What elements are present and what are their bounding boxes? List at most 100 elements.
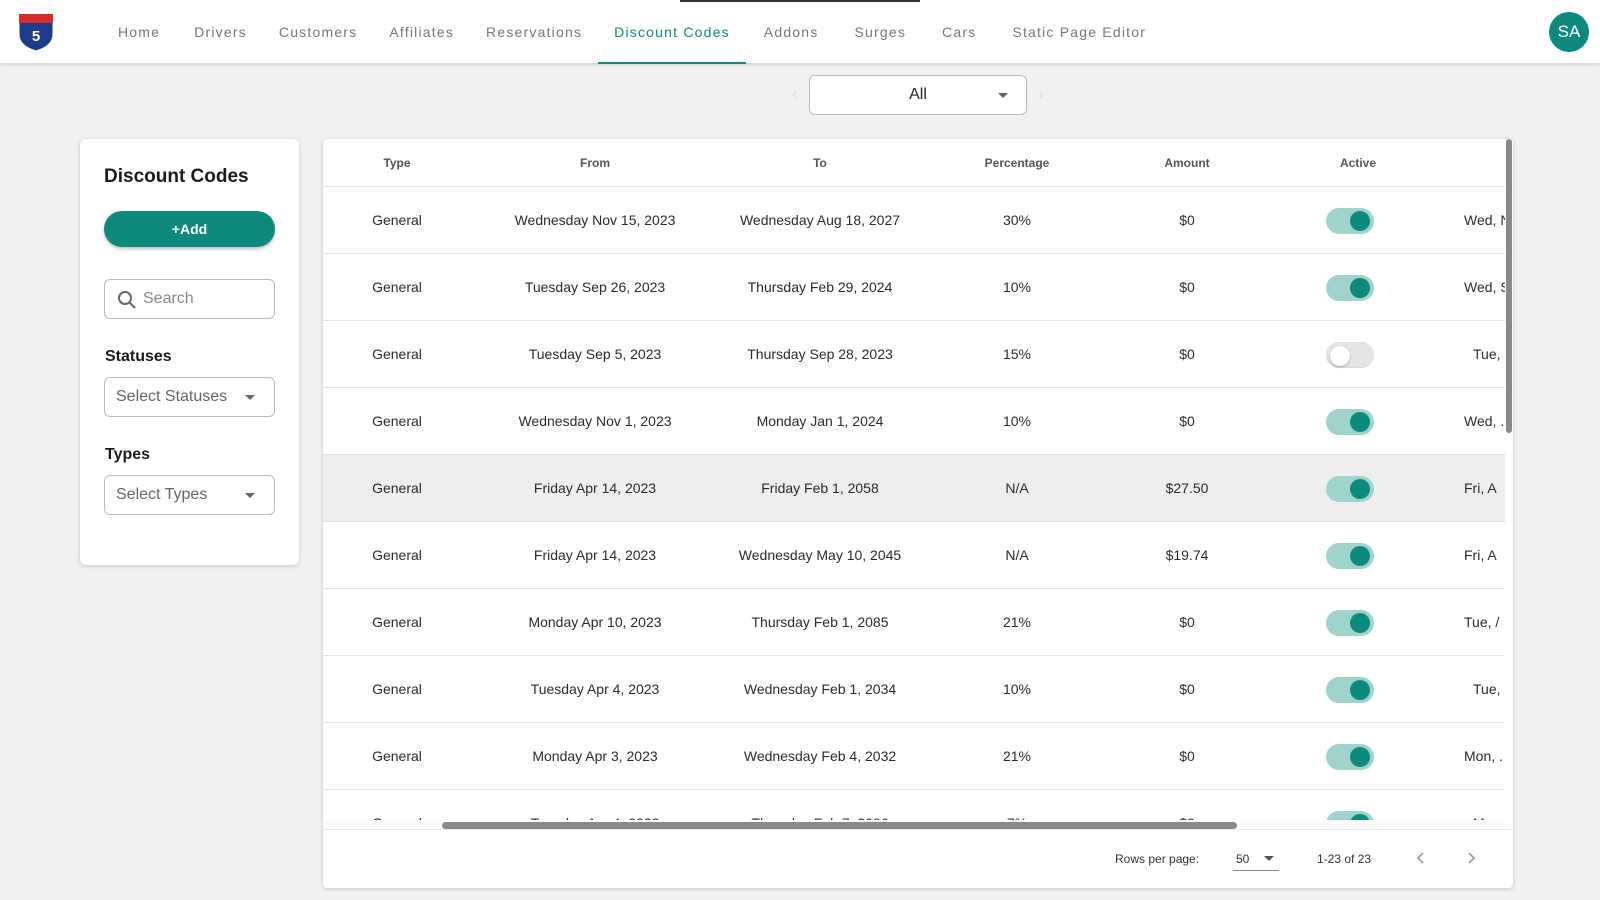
cell-amount: $0 (1179, 212, 1195, 228)
vertical-scrollbar-thumb[interactable] (1506, 139, 1512, 433)
active-toggle[interactable] (1326, 610, 1374, 636)
column-header-type[interactable]: Type (383, 156, 410, 170)
table-row[interactable]: General Friday Apr 14, 2023 Wednesday May … (323, 522, 1505, 589)
filter-select[interactable]: All (809, 75, 1027, 115)
cell-amount: $0 (1179, 681, 1195, 697)
cell-percentage: 10% (1002, 413, 1032, 429)
nav-item-cars[interactable]: Cars (924, 0, 994, 64)
active-toggle[interactable] (1326, 811, 1374, 820)
rows-per-page-select[interactable]: 50 (1233, 845, 1279, 871)
statuses-placeholder: Select Statuses (116, 388, 228, 405)
cell-from: Friday Apr 14, 2023 (533, 547, 657, 563)
table-row[interactable]: General Friday Apr 14, 2023 Friday Feb 1, … (323, 455, 1505, 522)
toggle-knob (1350, 278, 1370, 298)
cell-type: General (372, 279, 422, 295)
nav-item-drivers[interactable]: Drivers (178, 0, 263, 64)
column-header-to[interactable]: To (813, 156, 827, 170)
chevron-down-icon (1264, 856, 1274, 861)
nav-item-customers[interactable]: Customers (263, 0, 373, 64)
cell-amount: $0 (1179, 614, 1195, 630)
cell-created: Tue, (1473, 346, 1501, 362)
cell-amount: $0 (1179, 748, 1195, 764)
cell-from: Tuesday Apr 4, 2023 (531, 815, 660, 820)
active-toggle[interactable] (1326, 342, 1374, 368)
cell-from: Wednesday Nov 15, 2023 (514, 212, 676, 228)
column-header-percentage[interactable]: Percentage (985, 156, 1050, 170)
cell-from: Tuesday Sep 5, 2023 (528, 346, 662, 362)
nav-item-surges[interactable]: Surges (836, 0, 924, 64)
cell-percentage: 15% (1002, 346, 1032, 362)
nav-item-discount-codes[interactable]: Discount Codes (598, 0, 746, 64)
toggle-knob (1350, 613, 1370, 633)
active-toggle[interactable] (1326, 476, 1374, 502)
table-body: General Wednesday Nov 15, 2023 Wednesday A… (323, 187, 1505, 820)
table-row[interactable]: General Tuesday Apr 4, 2023 Wednesday Feb … (323, 656, 1505, 723)
chevron-right-icon (1468, 852, 1476, 864)
active-toggle[interactable] (1326, 744, 1374, 770)
cell-type: General (372, 480, 422, 496)
next-page-button[interactable] (1458, 845, 1484, 871)
avatar[interactable]: SA (1549, 12, 1589, 52)
horizontal-scrollbar-thumb[interactable] (442, 822, 1237, 829)
column-header-from[interactable]: From (580, 156, 610, 170)
divider (323, 829, 1513, 830)
table-row[interactable]: General Tuesday Sep 26, 2023 Thursday Feb … (323, 254, 1505, 321)
toggle-knob (1350, 211, 1370, 231)
cell-from: Tuesday Apr 4, 2023 (530, 681, 660, 697)
cell-type: General (372, 681, 422, 697)
table-row[interactable]: General Wednesday Nov 15, 2023 Wednesday A… (323, 187, 1505, 254)
search-icon (118, 291, 136, 309)
previous-page-button[interactable] (1408, 845, 1434, 871)
chevron-left-icon[interactable]: ‹ (792, 86, 797, 104)
cell-percentage: 21% (1002, 748, 1032, 764)
search-placeholder: Search (143, 290, 194, 307)
types-select[interactable]: Select Types (104, 475, 275, 515)
logo-icon[interactable]: 5 (16, 12, 56, 52)
active-toggle[interactable] (1326, 275, 1374, 301)
chevron-down-icon (998, 93, 1008, 98)
active-toggle[interactable] (1326, 208, 1374, 234)
cell-created: Wed, S (1464, 279, 1505, 295)
cell-to: Wednesday Feb 1, 2034 (743, 681, 897, 697)
table-row[interactable]: General Wednesday Nov 1, 2023 Monday Jan 1… (323, 388, 1505, 455)
active-toggle[interactable] (1326, 677, 1374, 703)
cell-to: Wednesday Feb 4, 2032 (743, 748, 897, 764)
types-label: Types (105, 446, 151, 463)
table-row[interactable]: General Monday Apr 3, 2023 Wednesday Feb 4… (323, 723, 1505, 790)
toggle-knob (1350, 412, 1370, 432)
column-header-active[interactable]: Active (1340, 156, 1376, 170)
nav-item-static-page-editor[interactable]: Static Page Editor (994, 0, 1164, 64)
chevron-right-icon[interactable]: › (1038, 86, 1043, 104)
cell-amount: $0 (1179, 279, 1195, 295)
nav-menu: Home Drivers Customers Affiliates Reservatio… (100, 0, 1164, 64)
active-toggle[interactable] (1326, 409, 1374, 435)
cell-percentage: 21% (1002, 614, 1032, 630)
cell-created: Tue, / (1464, 614, 1500, 630)
table-row[interactable]: General Monday Apr 10, 2023 Thursday Feb 1… (323, 589, 1505, 656)
table-row[interactable]: General Tuesday Sep 5, 2023 Thursday Sep 2… (323, 321, 1505, 388)
cell-to: Friday Feb 1, 2058 (761, 480, 879, 496)
cell-from: Monday Apr 3, 2023 (532, 748, 658, 764)
active-toggle[interactable] (1326, 543, 1374, 569)
filter-value: All (909, 86, 927, 103)
nav-item-reservations[interactable]: Reservations (470, 0, 598, 64)
statuses-label: Statuses (105, 348, 172, 365)
cell-created: Mon, . (1464, 748, 1503, 764)
cell-created: Mon (1473, 815, 1500, 820)
search-input[interactable]: Search (104, 279, 275, 319)
column-header-amount[interactable]: Amount (1164, 156, 1209, 170)
nav-item-home[interactable]: Home (100, 0, 178, 64)
cell-amount: $0 (1179, 346, 1195, 362)
nav-item-affiliates[interactable]: Affiliates (373, 0, 470, 64)
table-row[interactable]: General Tuesday Apr 4, 2023 Thursday Feb 7… (323, 790, 1505, 820)
cell-amount: $27.50 (1165, 480, 1209, 496)
statuses-select[interactable]: Select Statuses (104, 377, 275, 417)
cell-from: Tuesday Sep 26, 2023 (524, 279, 666, 295)
cell-percentage: 30% (1002, 212, 1032, 228)
cell-type: General (372, 212, 422, 228)
nav-item-addons[interactable]: Addons (746, 0, 837, 64)
add-button[interactable]: +Add (104, 211, 275, 247)
cell-to: Wednesday May 10, 2045 (738, 547, 902, 563)
cell-to: Thursday Feb 7, 2086 (752, 815, 889, 820)
cell-amount: $0 (1179, 815, 1195, 820)
